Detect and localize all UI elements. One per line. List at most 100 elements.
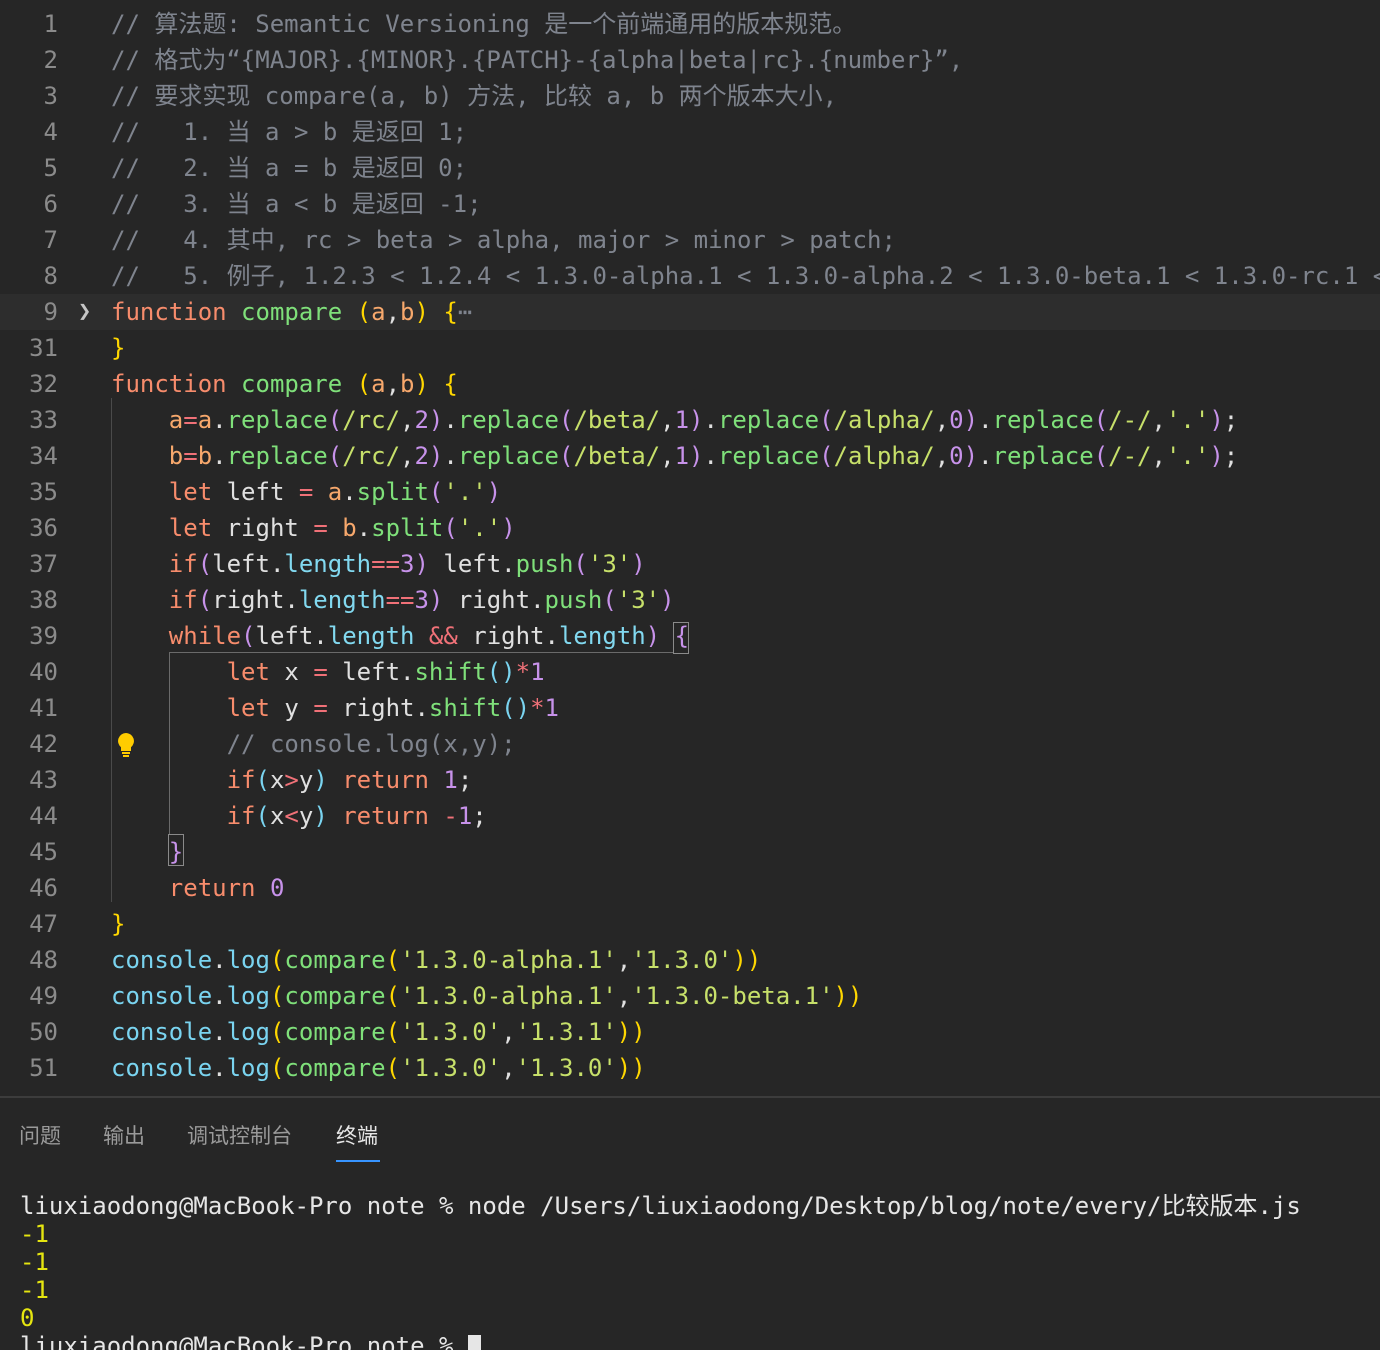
code-line[interactable]: 8 // 5. 例子, 1.2.3 < 1.2.4 < 1.3.0-alpha.1… [0,258,1380,294]
code-line[interactable]: 45 } [0,834,1380,870]
code-line[interactable]: 38 if(right.length==3) right.push('3') [0,582,1380,618]
line-number: 33 [29,406,58,434]
code-token: ) [631,550,646,578]
code-line[interactable]: 51 console.log(compare('1.3.0','1.3.0')) [0,1050,1380,1086]
code-line[interactable]: 35 let left = a.split('.') [0,474,1380,510]
code-token: . [443,406,458,434]
line-number: 42 [29,730,58,758]
code-token: , [400,406,415,434]
tab-debug-console[interactable]: 调试控制台 [187,1120,292,1150]
code-token: return [168,874,256,902]
code-token: /alpha/ [833,442,935,470]
code-token: left. [255,622,328,650]
code-token: ) [414,550,429,578]
code-token: /beta/ [573,442,661,470]
code-token: . [978,442,993,470]
code-line[interactable]: 7 // 4. 其中, rc > beta > alpha, major > mi… [0,222,1380,258]
code-token: length [558,622,646,650]
code-token: * [515,658,531,686]
code-line[interactable]: 33 a=a.replace(/rc/,2).replace(/beta/,1)… [0,402,1380,438]
code-token: left. [428,550,516,578]
code-line[interactable]: 6 // 3. 当 a < b 是返回 -1; [0,186,1380,222]
code-line[interactable]: 2 // 格式为“{MAJOR}.{MINOR}.{PATCH}-{alpha|b… [0,42,1380,78]
code-line[interactable]: 9 ❯ function compare (a,b) {⋯ [0,294,1380,330]
code-line[interactable]: 3 // 要求实现 compare(a, b) 方法, 比较 a, b 两个版本大… [0,78,1380,114]
code-token: push [515,550,574,578]
code-token: ) [1209,406,1224,434]
code-token: b [342,514,357,542]
code-line[interactable]: 42 // console.log(x,y); [0,726,1380,762]
code-token: . [212,406,227,434]
code-token: ) [1209,442,1224,470]
code-token: - [443,802,458,830]
code-token: ( [255,802,270,830]
code-token: replace [717,406,820,434]
code-token: == [385,586,415,614]
tab-output[interactable]: 输出 [103,1120,145,1150]
code-token: replace [992,442,1094,470]
code-token: length [327,622,415,650]
code-token: ( [255,766,270,794]
code-token: left. [212,550,285,578]
code-token: . [703,406,718,434]
code-text: if(right.length==3) right.push('3') [111,582,675,618]
code-token: { [674,622,690,650]
terminal[interactable]: liuxiaodong@MacBook-Pro note % node /Use… [20,1192,1301,1350]
code-token: * [530,694,545,722]
code-line[interactable]: 36 let right = b.split('.') [0,510,1380,546]
line-number: 37 [29,550,58,578]
code-line[interactable]: 44 if(x<y) return -1; [0,798,1380,834]
terminal-prompt-line[interactable]: liuxiaodong@MacBook-Pro note % [20,1332,1301,1350]
code-line[interactable]: 4 // 1. 当 a > b 是返回 1; [0,114,1380,150]
code-line[interactable]: 40 let x = left.shift()*1 [0,654,1380,690]
code-token: = [183,406,198,434]
tab-problems[interactable]: 问题 [19,1120,61,1150]
code-line[interactable]: 41 let y = right.shift()*1 [0,690,1380,726]
code-line[interactable]: 48 console.log(compare('1.3.0-alpha.1','1… [0,942,1380,978]
code-line[interactable]: 39 while(left.length && right.length) { [0,618,1380,654]
code-token: . [212,1018,227,1046]
code-token: ( [327,442,343,470]
code-line[interactable]: 43 if(x>y) return 1; [0,762,1380,798]
code-token: ( [269,1054,285,1082]
code-token: replace [226,406,328,434]
fold-chevron-icon[interactable]: ❯ [78,294,91,330]
code-line[interactable]: 34 b=b.replace(/rc/,2).replace(/beta/,1)… [0,438,1380,474]
code-token: ( [602,586,617,614]
code-editor[interactable]: 1 // 算法题: Semantic Versioning 是一个前端通用的版本规… [0,0,1380,1096]
code-token: ( [1093,442,1109,470]
code-line[interactable]: 37 if(left.length==3) left.push('3') [0,546,1380,582]
code-token: ) [963,406,979,434]
line-number: 46 [29,874,58,902]
code-text: console.log(compare('1.3.0','1.3.0')) [111,1050,646,1086]
code-token: b [197,442,213,470]
code-token: ; [1223,406,1239,434]
line-number: 38 [29,586,58,614]
code-line[interactable]: 31} [0,330,1380,366]
code-line[interactable]: 50 console.log(compare('1.3.0','1.3.1')) [0,1014,1380,1050]
line-number: 8 [43,262,58,290]
code-text: if(x<y) return -1; [111,798,487,834]
code-token: ) [963,442,979,470]
code-text: function compare (a,b) { [111,366,458,402]
code-token: ( [327,406,343,434]
code-line[interactable]: 1 // 算法题: Semantic Versioning 是一个前端通用的版本规… [0,6,1380,42]
code-token: x [269,658,314,686]
code-line[interactable]: 46 return 0 [0,870,1380,906]
code-line[interactable]: 5 // 2. 当 a = b 是返回 0; [0,150,1380,186]
code-token: ) [414,298,429,326]
code-token: log [226,1018,270,1046]
code-line[interactable]: 47} [0,906,1380,942]
code-token: ( [269,1018,285,1046]
tab-terminal[interactable]: 终端 [336,1120,378,1150]
code-token: ) [660,586,675,614]
line-number: 45 [29,838,58,866]
code-text: // 格式为“{MAJOR}.{MINOR}.{PATCH}-{alpha|be… [111,42,963,78]
code-line[interactable]: 49 console.log(compare('1.3.0-alpha.1','1… [0,978,1380,1014]
code-line[interactable]: 32 function compare (a,b) { [0,366,1380,402]
